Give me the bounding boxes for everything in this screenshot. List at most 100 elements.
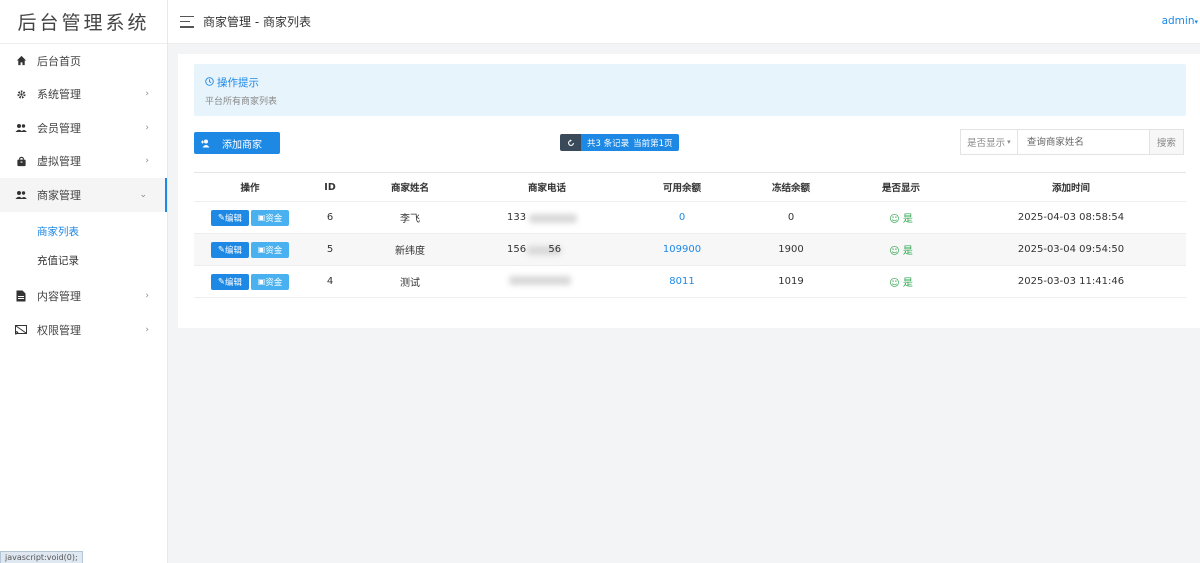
caret-down-icon: ▾ [1007,138,1011,146]
frozen-cell: 1900 [736,233,846,266]
wallet-icon: ▣ [257,245,266,254]
table-row: ✎ 编辑 ▣ 资金 4 测试 8011 1019 ☺ 是 2025-03-03 11:… [194,265,1186,298]
breadcrumb: 商家管理 - 商家列表 [203,15,311,29]
tip-box: 操作提示 平台所有商家列表 [194,64,1186,116]
phone-cell: 133 [466,201,628,234]
sidebar-item-label: 商家管理 [37,188,81,202]
fund-label: 资金 [265,213,283,224]
home-icon [15,55,27,67]
phone-value: 133 [507,211,527,223]
wallet-icon: ▣ [257,213,266,222]
name-cell: 李飞 [354,201,466,234]
check-circle-icon: ☺ [889,278,900,289]
main-panel: 操作提示 平台所有商家列表 添加商家 共3 条记录 当前第1页 是否显示 ▾ 搜… [178,54,1200,328]
sidebar-item-merchants[interactable]: 商家管理 ⌄ [0,178,167,212]
column-header: 是否显示 [846,172,956,202]
current-page: 当前第1页 [633,138,673,149]
menu-toggle-icon[interactable] [180,15,194,28]
user-name: admin [1161,15,1195,27]
sidebar-item-virtual[interactable]: 虚拟管理 › [0,145,167,179]
id-cell: 5 [306,233,354,266]
merchant-name-search-input[interactable] [1017,130,1149,154]
sidebar-item-label: 系统管理 [37,88,81,102]
sidebar-item-members[interactable]: 会员管理 › [0,111,167,145]
sidebar-item-permissions[interactable]: 权限管理 › [0,313,167,347]
show-status-cell: ☺ 是 [846,201,956,234]
user-menu[interactable]: admin▾ [1162,15,1198,27]
gear-icon [15,88,27,100]
caret-down-icon: ▾ [1194,18,1198,26]
sidebar-item-label: 虚拟管理 [37,155,81,169]
edit-button[interactable]: ✎ 编辑 [211,273,249,290]
document-icon [15,290,27,302]
table-row: ✎ 编辑 ▣ 资金 6 李飞 133 0 0 ☺ 是 2025-04-03 08:58… [194,201,1186,234]
chevron-right-icon: › [145,156,149,167]
fund-button[interactable]: ▣ 资金 [251,209,289,226]
search-button[interactable]: 搜索 [1148,130,1183,154]
time-cell: 2025-03-03 11:41:46 [956,265,1186,298]
submenu-item-recharge-records[interactable]: 充值记录 [0,246,167,275]
show-filter-select[interactable]: 是否显示 ▾ [961,130,1018,154]
edit-label: 编辑 [225,277,243,288]
column-header: 可用余额 [628,172,736,202]
chevron-right-icon: › [145,89,149,100]
name-cell: 新纬度 [354,233,466,266]
sidebar-item-content[interactable]: 内容管理 › [0,280,167,314]
chevron-down-icon: ⌄ [139,189,147,200]
chevron-right-icon: › [145,291,149,302]
merchant-table: 操作 ID 商家姓名 商家电话 可用余额 冻结余额 是否显示 添加时间 ✎ 编辑 ▣… [194,172,1186,298]
bag-icon [15,155,27,167]
actions-cell: ✎ 编辑 ▣ 资金 [194,233,306,266]
check-circle-icon: ☺ [889,214,900,225]
fund-button[interactable]: ▣ 资金 [251,273,289,290]
edit-label: 编辑 [225,213,243,224]
column-header: 商家姓名 [354,172,466,202]
edit-button[interactable]: ✎ 编辑 [211,209,249,226]
chevron-right-icon: › [145,324,149,335]
refresh-icon[interactable] [560,134,581,151]
actions-cell: ✎ 编辑 ▣ 资金 [194,201,306,234]
topbar: 商家管理 - 商家列表 admin▾ [168,0,1200,44]
show-filter-value: 是否显示 [967,138,1006,149]
chevron-right-icon: › [145,122,149,133]
sidebar-item-label: 权限管理 [37,323,81,337]
submenu-item-merchant-list[interactable]: 商家列表 [0,217,167,246]
fund-label: 资金 [265,277,283,288]
id-cell: 4 [306,265,354,298]
add-user-icon [194,139,218,148]
sidebar-item-home[interactable]: 后台首页 [0,44,167,78]
app-logo: 后台管理系统 [0,0,167,44]
add-merchant-button[interactable]: 添加商家 [194,132,280,154]
balance-cell[interactable]: 109900 [628,233,736,266]
tip-description: 平台所有商家列表 [205,97,278,107]
phone-value: 156 56 [507,243,562,255]
edit-label: 编辑 [225,245,243,256]
pencil-icon: ✎ [217,212,226,223]
tip-title: 操作提示 [205,75,259,90]
balance-cell[interactable]: 8011 [628,265,736,298]
column-header: 操作 [194,172,306,202]
cast-icon [15,324,27,336]
info-icon [205,76,214,89]
filter-bar: 是否显示 ▾ 搜索 [960,129,1184,155]
frozen-cell: 0 [736,201,846,234]
fund-button[interactable]: ▣ 资金 [251,241,289,258]
balance-cell[interactable]: 0 [628,201,736,234]
show-status: 是 [902,278,913,289]
actions-cell: ✎ 编辑 ▣ 资金 [194,265,306,298]
edit-button[interactable]: ✎ 编辑 [211,241,249,258]
id-cell: 6 [306,201,354,234]
add-merchant-label: 添加商家 [222,139,262,151]
show-status-cell: ☺ 是 [846,233,956,266]
sidebar-item-system[interactable]: 系统管理 › [0,78,167,112]
wallet-icon: ▣ [257,277,266,286]
column-header: 冻结余额 [736,172,846,202]
browser-status-bar: javascript:void(0); [0,551,83,563]
column-header: ID [306,172,354,202]
sidebar: 后台管理系统 后台首页 系统管理 › 会员管理 › 虚拟管理 › 商家管理 ⌄ [0,0,168,563]
users-icon [15,189,27,201]
frozen-cell: 1019 [736,265,846,298]
users-icon [15,122,27,134]
time-cell: 2025-04-03 08:58:54 [956,201,1186,234]
pencil-icon: ✎ [217,244,226,255]
